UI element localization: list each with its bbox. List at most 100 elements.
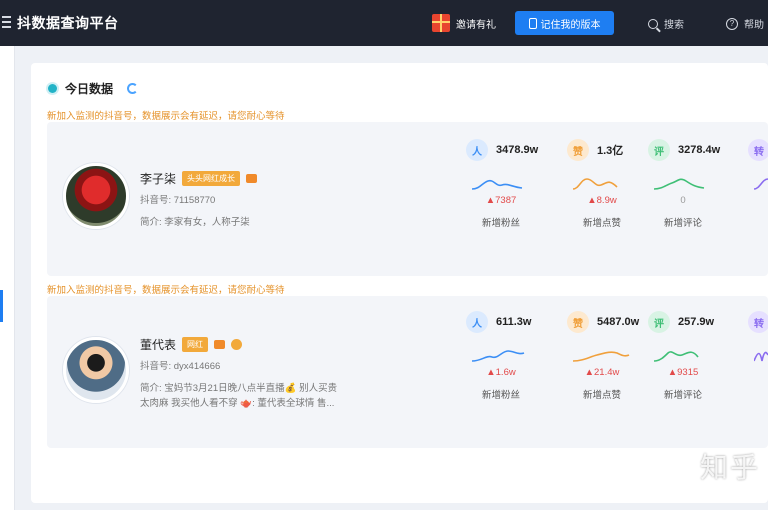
shop-badge-icon	[246, 174, 258, 183]
metric-head: 人 3478.9w	[466, 139, 556, 161]
creator-bio: 简介: 李家有女，人称子柒	[140, 217, 250, 228]
trend-sparkline	[654, 178, 705, 190]
delay-notice: 新加入监测的抖音号，数据展示会有延迟，请您耐心等待	[47, 285, 285, 296]
top-navbar: 抖数据查询平台 邀请有礼 记住我的版本 搜索 ? 帮助	[0, 0, 768, 46]
trend-sparkline	[754, 178, 768, 190]
nav-search[interactable]: 搜索	[648, 16, 684, 31]
delay-notice: 新加入监测的抖音号，数据展示会有延迟，请您耐心等待	[47, 111, 285, 122]
comment-icon: 评	[648, 139, 670, 161]
metric-share: 转新增	[748, 311, 768, 388]
section-title: 今日数据	[65, 82, 114, 96]
section-dot-icon	[48, 84, 57, 93]
metric-head: 转	[748, 139, 768, 161]
version-button-label: 记住我的版本	[540, 19, 601, 31]
metric-label: 新增	[748, 202, 768, 216]
creator-name[interactable]: 董代表	[140, 336, 176, 353]
creator-name[interactable]: 李子柒	[140, 170, 176, 187]
creator-name-row: 李子柒 头头网红成长	[140, 170, 258, 187]
metric-delta: ▲9315	[667, 367, 699, 378]
watermark: 知乎	[700, 451, 761, 484]
metric-comment: 评 257.9w ▲9315 新增评论	[648, 311, 738, 401]
metric-head: 评 3278.4w	[648, 139, 738, 161]
sidebar-active-indicator[interactable]	[0, 290, 3, 322]
metric-label: 新增点赞	[582, 218, 621, 229]
creator-id: 抖音号: dyx414666	[140, 361, 221, 372]
metric-delta: ▲7387	[485, 195, 517, 206]
metric-delta: 0	[680, 195, 686, 206]
creator-tag: 头头网红成长	[182, 171, 241, 186]
sparkline-path	[754, 178, 768, 190]
metric-head: 转	[748, 311, 768, 333]
refresh-icon[interactable]	[127, 83, 139, 94]
gift-icon	[432, 14, 450, 32]
trend-sparkline	[654, 351, 699, 362]
creator-name-row: 董代表 网红	[140, 336, 243, 353]
nav-help[interactable]: ? 帮助	[726, 16, 764, 31]
metric-total-value: 611.3w	[496, 316, 532, 328]
menu-icon[interactable]	[2, 16, 11, 28]
metric-label: 新增粉丝	[481, 390, 520, 401]
trend-sparkline	[472, 179, 523, 190]
metric-head: 赞 5487.0w	[567, 311, 657, 333]
sparkline-path	[754, 351, 768, 362]
help-icon: ?	[726, 17, 738, 30]
trend-sparkline	[573, 351, 630, 362]
share-icon: 转	[748, 311, 768, 333]
sparkline-path	[654, 178, 705, 190]
metric-label: 新增评论	[663, 218, 702, 229]
creator-id: 抖音号: 71158770	[140, 195, 216, 206]
share-icon: 转	[748, 139, 768, 161]
metric-label: 新增粉丝	[481, 218, 520, 229]
metric-label: 新增	[748, 374, 768, 388]
fans-icon: 人	[466, 311, 488, 333]
metric-delta: ▲8.9w	[587, 195, 617, 206]
creator-bio: 简介: 宝妈节3月21日晚八点半直播💰 别人买贵	[140, 383, 338, 394]
metric-label: 新增点赞	[582, 390, 621, 401]
avatar[interactable]	[63, 337, 129, 403]
phone-icon	[528, 17, 537, 29]
invite-gift-label: 邀请有礼	[456, 19, 496, 31]
invite-gift-link[interactable]: 邀请有礼	[432, 14, 496, 32]
metric-like: 赞 1.3亿 ▲8.9w 新增点赞	[567, 139, 657, 229]
metric-label: 新增评论	[663, 390, 702, 401]
metric-total-value: 5487.0w	[597, 316, 640, 328]
sparkline-path	[573, 178, 618, 190]
metric-head: 评 257.9w	[648, 311, 738, 333]
metric-total-value: 3478.9w	[496, 144, 539, 156]
like-icon: 赞	[567, 311, 589, 333]
fans-icon: 人	[466, 139, 488, 161]
metric-delta: ▲1.6w	[486, 367, 516, 378]
sparkline-path	[573, 351, 630, 362]
like-icon: 赞	[567, 139, 589, 161]
metric-fans: 人 3478.9w ▲7387 新增粉丝	[466, 139, 556, 229]
metric-fans: 人 611.3w ▲1.6w 新增粉丝	[466, 311, 556, 401]
search-icon	[648, 18, 658, 29]
app-title[interactable]: 抖数据查询平台	[17, 13, 119, 33]
section-header: 今日数据	[48, 80, 139, 97]
sidebar	[0, 46, 15, 510]
sparkline-path	[472, 350, 525, 362]
avatar[interactable]	[63, 163, 129, 229]
help-label: 帮助	[744, 20, 764, 31]
metric-total-value: 3278.4w	[678, 144, 721, 156]
trend-sparkline	[472, 350, 525, 362]
trend-sparkline	[754, 351, 768, 362]
metric-like: 赞 5487.0w ▲21.4w 新增点赞	[567, 311, 657, 401]
metric-total-value: 257.9w	[678, 316, 715, 328]
metric-total-value: 1.3亿	[597, 145, 624, 157]
comment-icon: 评	[648, 311, 670, 333]
version-button[interactable]: 记住我的版本	[515, 11, 614, 35]
shop-badge-icon	[214, 340, 226, 349]
sparkline-path	[654, 351, 699, 362]
sparkline-path	[472, 179, 523, 190]
metric-head: 人 611.3w	[466, 311, 556, 333]
verified-badge-icon	[231, 339, 243, 350]
metric-comment: 评 3278.4w 0 新增评论	[648, 139, 738, 229]
metric-head: 赞 1.3亿	[567, 139, 657, 161]
trend-sparkline	[573, 178, 618, 190]
creator-tag: 网红	[182, 337, 209, 352]
metric-delta: ▲21.4w	[584, 367, 620, 378]
metric-share: 转新增	[748, 139, 768, 216]
creator-bio-line2: 太肉麻 我买他人看不穿 🫖: 董代表全球情 售...	[140, 398, 335, 409]
search-label: 搜索	[664, 20, 684, 31]
